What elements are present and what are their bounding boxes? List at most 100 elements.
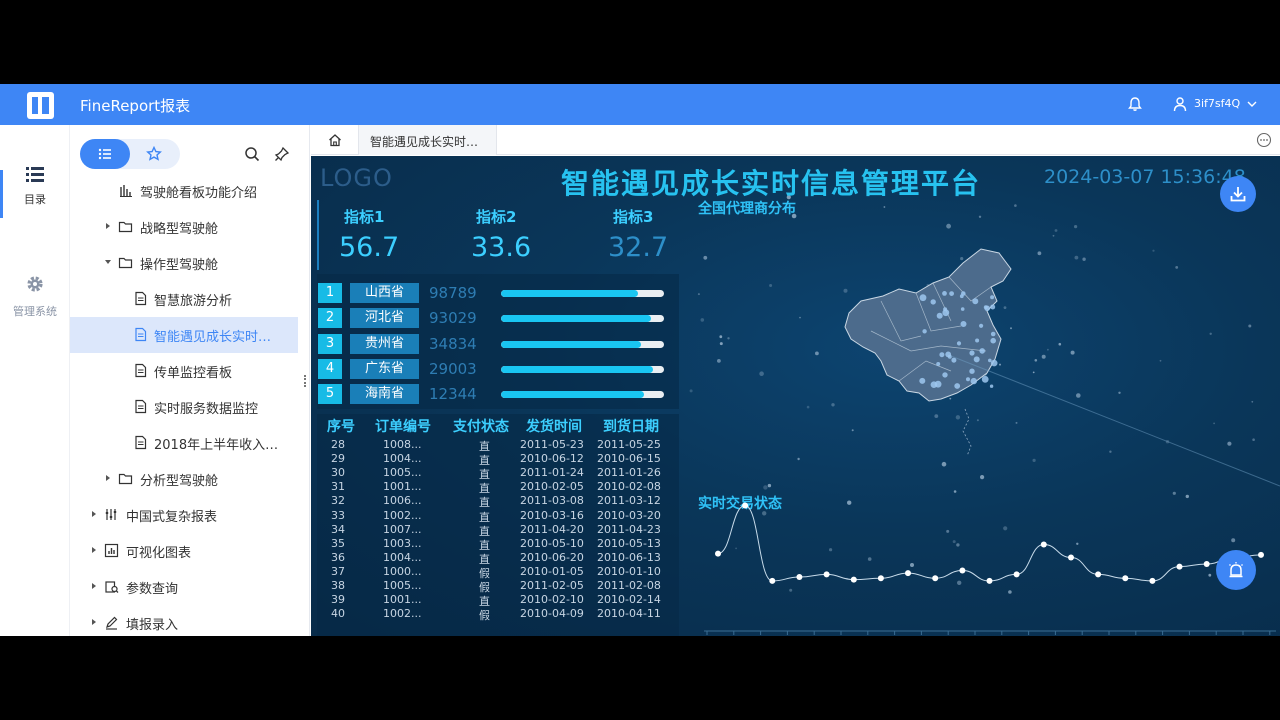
trend-point — [877, 575, 884, 582]
tree-node[interactable]: 智慧旅游分析 — [70, 281, 309, 317]
app-logo — [27, 92, 54, 119]
tree-node-label: 智能遇见成长实时… — [154, 330, 272, 345]
download-button[interactable] — [1220, 176, 1256, 212]
tree-node[interactable]: 填报录入 — [70, 605, 309, 636]
trend-point — [769, 577, 776, 584]
tab-active-report[interactable]: 智能遇见成长实时… — [359, 125, 497, 155]
caret-down-icon[interactable] — [103, 257, 113, 267]
splitter-handle[interactable] — [304, 375, 306, 387]
trend-point — [932, 575, 939, 582]
tree-node-label: 填报录入 — [126, 618, 179, 633]
top-bar: FineReport报表 3if7sf4Q — [0, 84, 1280, 125]
notification-bell-icon[interactable] — [1127, 96, 1143, 112]
user-name[interactable]: 3if7sf4Q — [1194, 97, 1240, 110]
trend-point — [1013, 571, 1020, 578]
star-icon[interactable] — [146, 146, 162, 162]
rail-item-catalog[interactable]: 目录 — [0, 165, 70, 207]
trend-point — [905, 570, 911, 577]
folder-icon — [118, 257, 133, 269]
tree-node-label: 分析型驾驶舱 — [140, 474, 219, 489]
edit-icon — [106, 616, 118, 630]
view-toggle — [80, 139, 180, 169]
rail-item-admin[interactable]: 管理系统 — [0, 273, 70, 319]
app-window: FineReport报表 3if7sf4Q 目录 管理系统 驾驶舱看板功能介绍 … — [0, 84, 1280, 636]
list-view-button[interactable] — [80, 139, 130, 169]
trend-point — [850, 576, 857, 583]
tree-node[interactable]: 战略型驾驶舱 — [70, 209, 309, 245]
app-title: FineReport报表 — [80, 97, 191, 115]
trend-point — [1149, 577, 1156, 584]
tab-home[interactable] — [311, 125, 359, 155]
chart-report-icon — [104, 543, 119, 558]
trend-point — [959, 567, 966, 574]
trend-point — [986, 577, 993, 584]
caret-right-icon[interactable] — [89, 545, 99, 555]
trend-point — [823, 571, 830, 578]
tree-node[interactable]: 传单监控看板 — [70, 353, 309, 389]
home-icon — [329, 134, 341, 147]
tree-node[interactable]: 操作型驾驶舱 — [70, 245, 309, 281]
folder-icon — [118, 221, 133, 233]
trend-point — [1258, 551, 1264, 558]
tab-label: 智能遇见成长实时… — [370, 135, 479, 149]
user-icon[interactable] — [1172, 96, 1188, 112]
trade-trend-chart — [704, 502, 1276, 635]
rail-item-label: 管理系统 — [13, 305, 57, 318]
more-options-icon[interactable] — [1256, 132, 1272, 148]
query-icon — [105, 581, 119, 593]
tree-node-label: 2018年上半年收入… — [154, 438, 279, 453]
tree-node[interactable]: 分析型驾驶舱 — [70, 461, 309, 497]
tree-node-label: 操作型驾驶舱 — [140, 258, 219, 273]
folder-icon — [118, 473, 133, 485]
left-rail: 目录 管理系统 — [0, 125, 70, 636]
trend-point — [715, 550, 721, 557]
alarm-button[interactable] — [1216, 550, 1256, 590]
search-icon[interactable] — [244, 146, 260, 162]
caret-right-icon[interactable] — [89, 617, 99, 627]
trend-point — [796, 574, 803, 580]
trend-point — [1095, 571, 1102, 578]
chevron-down-icon[interactable] — [1246, 98, 1258, 110]
tree-node[interactable]: 实时服务数据监控 — [70, 389, 309, 425]
tree-node[interactable]: 参数查询 — [70, 569, 309, 605]
tree-node-label: 驾驶舱看板功能介绍 — [140, 186, 258, 201]
document-icon — [135, 363, 147, 378]
tree-node[interactable]: 智能遇见成长实时… — [70, 317, 298, 353]
trend-point — [742, 502, 749, 509]
catalog-tree-panel: 驾驶舱看板功能介绍 战略型驾驶舱 操作型驾驶舱智慧旅游分析智能遇见成长实时… 传单监控… — [70, 125, 310, 636]
tab-bar: 智能遇见成长实时… — [311, 125, 1280, 155]
alarm-light-icon — [1229, 562, 1243, 578]
tree-node[interactable]: 可视化图表 — [70, 533, 309, 569]
rail-item-label: 目录 — [24, 193, 46, 206]
tree-node-label: 参数查询 — [126, 582, 179, 597]
trend-point — [1068, 554, 1074, 561]
tree-node-label: 战略型驾驶舱 — [140, 222, 219, 237]
locate-icon[interactable] — [274, 146, 290, 162]
gear-icon — [27, 276, 43, 292]
caret-right-icon[interactable] — [89, 509, 99, 519]
trend-point — [1122, 575, 1129, 582]
trend-point — [1203, 561, 1210, 567]
download-icon — [1230, 187, 1246, 202]
trend-point — [1040, 541, 1047, 548]
trend-point — [1176, 563, 1183, 570]
document-icon — [135, 291, 147, 306]
caret-right-icon[interactable] — [89, 581, 99, 591]
document-icon — [135, 435, 147, 450]
dashboard-canvas: LOGO 智能遇见成长实时信息管理平台 2024-03-07 15:36:48 … — [311, 156, 1280, 636]
tree-node-label: 中国式复杂报表 — [126, 510, 218, 525]
complex-report-icon — [105, 509, 117, 520]
tree-node-label: 传单监控看板 — [154, 366, 233, 381]
list-icon — [26, 167, 44, 182]
tree-node[interactable]: 驾驶舱看板功能介绍 — [70, 173, 309, 209]
tree-node-label: 可视化图表 — [126, 546, 192, 561]
tree-node-label: 智慧旅游分析 — [154, 294, 233, 309]
chart-icon — [120, 185, 132, 197]
caret-right-icon[interactable] — [103, 221, 113, 231]
tree-node-label: 实时服务数据监控 — [154, 402, 259, 417]
document-icon — [135, 399, 147, 414]
list-icon — [98, 148, 111, 160]
caret-right-icon[interactable] — [103, 473, 113, 483]
tree-node[interactable]: 2018年上半年收入… — [70, 425, 309, 461]
tree-node[interactable]: 中国式复杂报表 — [70, 497, 309, 533]
